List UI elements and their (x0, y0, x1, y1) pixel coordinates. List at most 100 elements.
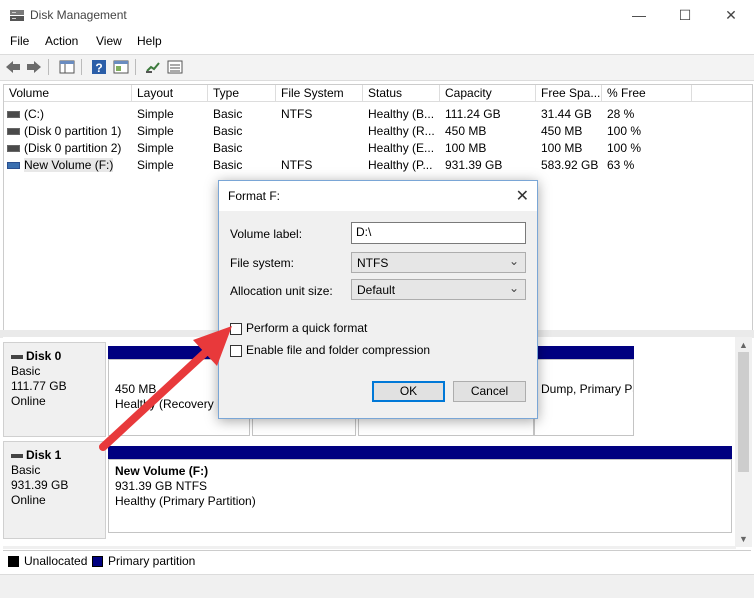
status-cell: Healthy (B... (368, 107, 435, 121)
capacity-cell: 111.24 GB (445, 107, 501, 121)
layout-cell: Simple (137, 107, 174, 121)
disk-management-icon (10, 10, 24, 21)
disk-state: Online (11, 394, 46, 408)
title-bar: Disk Management — ☐ ✕ (0, 0, 754, 31)
disk-type: Basic (11, 463, 41, 477)
chevron-down-icon: ⌄ (508, 254, 519, 268)
allocation-unit-select[interactable]: Default ⌄ (351, 279, 526, 300)
help-icon[interactable]: ? (90, 58, 108, 76)
disk-name: Disk 1 (26, 448, 62, 462)
partition-status: Dump, Primary Pa (541, 382, 634, 396)
maximize-button[interactable]: ☐ (662, 0, 708, 31)
close-button[interactable]: ✕ (708, 0, 754, 31)
partition-status: Healthy (Primary Partition) (115, 494, 256, 508)
quick-format-checkbox[interactable]: Perform a quick format (230, 321, 367, 335)
chevron-down-icon: ⌄ (508, 281, 519, 295)
toolbar: ? (0, 54, 754, 81)
compression-checkbox[interactable]: Enable file and folder compression (230, 343, 430, 357)
column-header-type[interactable]: Type (208, 85, 276, 102)
dialog-title-bar: Format F: ✕ (219, 181, 537, 211)
volume-icon (7, 128, 20, 136)
list-icon[interactable] (166, 58, 184, 76)
volume-label-input[interactable]: D:\ (351, 222, 526, 244)
cancel-button[interactable]: Cancel (453, 381, 526, 402)
type-cell: Basic (213, 141, 243, 155)
quick-format-label: Perform a quick format (246, 321, 368, 335)
column-header-status[interactable]: Status (363, 85, 440, 102)
percent-free-cell: 28 % (607, 107, 635, 121)
disk-1-partition-f[interactable]: New Volume (F:) 931.39 GB NTFS Healthy (… (108, 459, 732, 533)
volume-name: (C:) (24, 107, 44, 121)
console-tree-icon[interactable] (58, 58, 76, 76)
legend-primary: Primary partition (108, 554, 196, 568)
percent-free-cell: 63 % (607, 158, 635, 172)
free-cell: 450 MB (541, 124, 583, 138)
volume-name: (Disk 0 partition 2) (24, 141, 122, 155)
layout-cell: Simple (137, 124, 174, 138)
free-cell: 31.44 GB (541, 107, 592, 121)
allocation-unit-label: Allocation unit size: (230, 284, 333, 298)
fs-cell: NTFS (281, 107, 313, 121)
vertical-scrollbar[interactable]: ▲ ▼ (735, 337, 752, 547)
disk-1-info[interactable]: Disk 1 Basic 931.39 GB Online (3, 441, 106, 539)
menu-bar: File Action View Help (0, 31, 754, 53)
format-dialog: Format F: ✕ Volume label: D:\ File syste… (218, 180, 538, 419)
free-cell: 100 MB (541, 141, 583, 155)
capacity-cell: 100 MB (445, 141, 487, 155)
status-cell: Healthy (P... (368, 158, 433, 172)
file-system-select[interactable]: NTFS ⌄ (351, 252, 526, 273)
type-cell: Basic (213, 107, 243, 121)
partition-size: 931.39 GB NTFS (115, 479, 208, 493)
status-bar (0, 574, 754, 598)
layout-cell: Simple (137, 158, 174, 172)
column-header-file-system[interactable]: File System (276, 85, 363, 102)
dialog-close-button[interactable]: ✕ (516, 186, 529, 206)
menu-file[interactable]: File (10, 34, 29, 48)
allocation-unit-value: Default (357, 283, 396, 297)
minimize-button[interactable]: — (616, 0, 662, 31)
partition-bar (108, 446, 732, 459)
volume-label-label: Volume label: (230, 227, 303, 241)
status-cell: Healthy (E... (368, 141, 435, 155)
checkbox-box[interactable] (230, 322, 242, 335)
volume-icon (7, 162, 20, 170)
scroll-up-icon[interactable]: ▲ (739, 340, 748, 350)
disk-type: Basic (11, 364, 41, 378)
scroll-down-icon[interactable]: ▼ (739, 534, 748, 544)
column-header-capacity[interactable]: Capacity (440, 85, 536, 102)
disk-size: 931.39 GB (11, 478, 69, 492)
partition-name: New Volume (F:) (115, 464, 209, 478)
disk-name: Disk 0 (26, 349, 62, 363)
volume-icon (7, 111, 20, 119)
back-arrow-icon[interactable] (4, 58, 22, 76)
layout-cell: Simple (137, 141, 174, 155)
svg-text:?: ? (95, 61, 102, 75)
checkbox-box[interactable] (230, 344, 242, 357)
volume-name: New Volume (F:) (24, 158, 114, 172)
forward-arrow-icon[interactable] (25, 58, 43, 76)
unallocated-swatch (8, 556, 19, 567)
disk-size: 111.77 GB (11, 379, 67, 393)
menu-action[interactable]: Action (45, 34, 78, 48)
column-header-percent-free[interactable]: % Free (602, 85, 692, 102)
properties-icon[interactable] (112, 58, 130, 76)
percent-free-cell: 100 % (607, 124, 642, 138)
connect-icon[interactable] (144, 58, 162, 76)
capacity-cell: 931.39 GB (445, 158, 503, 172)
legend-unallocated: Unallocated (24, 554, 88, 568)
column-header-free-space[interactable]: Free Spa... (536, 85, 602, 102)
free-cell: 583.92 GB (541, 158, 599, 172)
column-header-layout[interactable]: Layout (132, 85, 208, 102)
volume-icon (7, 145, 20, 153)
disk-0-partition-c[interactable]: Dump, Primary Pa (534, 359, 634, 436)
disk-icon (11, 453, 23, 458)
disk-0-info[interactable]: Disk 0 Basic 111.77 GB Online (3, 342, 106, 437)
scrollbar-thumb[interactable] (738, 352, 749, 472)
horizontal-scrollbar[interactable] (3, 546, 736, 549)
menu-help[interactable]: Help (137, 34, 162, 48)
column-header-volume[interactable]: Volume (4, 85, 132, 102)
disk-icon (11, 354, 23, 359)
menu-view[interactable]: View (96, 34, 122, 48)
capacity-cell: 450 MB (445, 124, 487, 138)
ok-button[interactable]: OK (372, 381, 445, 402)
